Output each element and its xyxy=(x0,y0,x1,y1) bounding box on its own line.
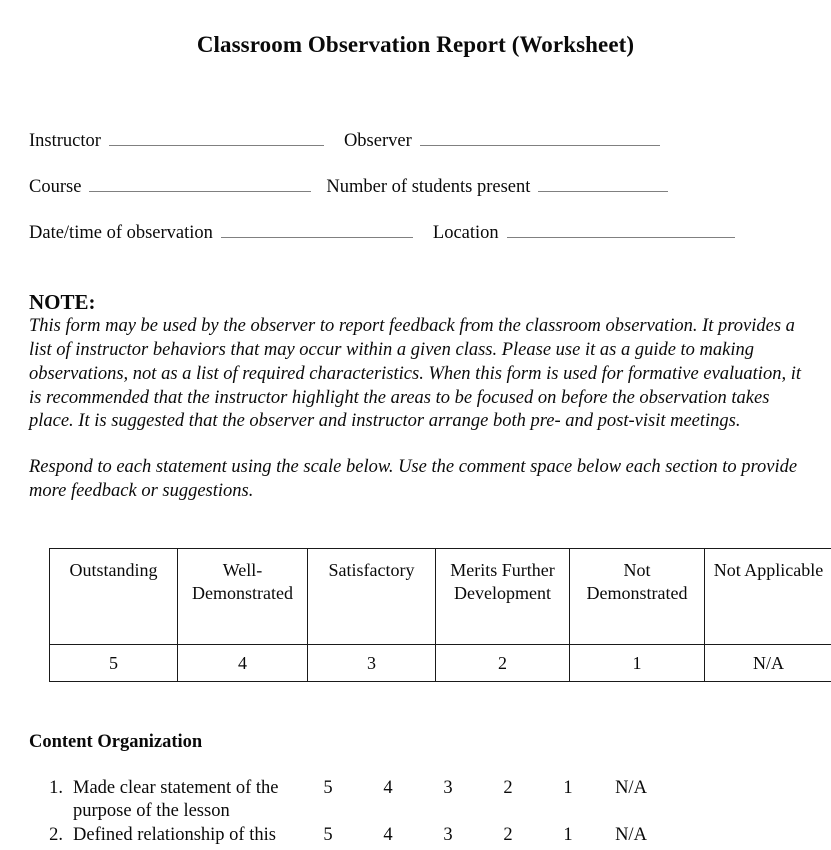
rating-option-na[interactable]: N/A xyxy=(609,824,653,847)
note-paragraph-2: Respond to each statement using the scal… xyxy=(29,457,798,502)
field-location-input[interactable] xyxy=(506,222,735,238)
rating-option-2[interactable]: 2 xyxy=(493,824,523,847)
field-students-present-label: Number of students present xyxy=(326,177,531,197)
field-datetime-label: Date/time of observation xyxy=(29,223,213,243)
field-observer-label: Observer xyxy=(343,131,412,151)
field-course-input[interactable] xyxy=(89,176,312,192)
field-instructor-label: Instructor xyxy=(29,131,101,151)
scale-value-1: 1 xyxy=(569,644,705,682)
list-item: 1. Made clear statement of the purpose o… xyxy=(29,777,804,824)
scale-value-5: 5 xyxy=(49,644,178,682)
field-instructor: Instructor xyxy=(29,130,324,152)
document-page: Classroom Observation Report (Worksheet)… xyxy=(0,0,831,850)
scale-value-3: 3 xyxy=(307,644,436,682)
scale-header-not-applicable: Not Applicable xyxy=(704,548,831,645)
rating-option-5[interactable]: 5 xyxy=(313,777,343,800)
page-title: Classroom Observation Report (Worksheet) xyxy=(196,32,635,57)
rating-option-3[interactable]: 3 xyxy=(433,777,463,800)
field-observer: Observer xyxy=(344,130,660,152)
scale-value-2: 2 xyxy=(435,644,570,682)
form-row-course: Course Number of students present xyxy=(29,176,804,222)
scale-header-satisfactory: Satisfactory xyxy=(307,548,436,645)
field-observer-input[interactable] xyxy=(419,130,660,146)
field-students-present: Number of students present xyxy=(326,176,669,198)
field-students-present-input[interactable] xyxy=(538,176,669,192)
field-location: Location xyxy=(433,222,735,244)
scale-value-4: 4 xyxy=(177,644,308,682)
note-paragraph-1: This form may be used by the observer to… xyxy=(29,316,801,432)
rating-option-2[interactable]: 2 xyxy=(493,777,523,800)
field-course-label: Course xyxy=(29,177,82,197)
rating-option-4[interactable]: 4 xyxy=(373,824,403,847)
scale-header-merits-further-development: Merits Further Development xyxy=(435,548,570,645)
rating-option-1[interactable]: 1 xyxy=(553,824,583,847)
scale-header-not-demonstrated: Not Demonstrated xyxy=(569,548,705,645)
rating-option-3[interactable]: 3 xyxy=(433,824,463,847)
field-location-label: Location xyxy=(432,223,499,243)
list-item-text: Defined relationship of this xyxy=(73,824,276,845)
form-fields-block: Instructor Observer Course Number of stu… xyxy=(29,130,804,268)
form-row-instructor: Instructor Observer xyxy=(29,130,804,176)
list-item-number: 2. xyxy=(49,824,63,845)
field-datetime-input[interactable] xyxy=(220,222,413,238)
note-block: NOTE: This form may be used by the obser… xyxy=(29,291,804,504)
rating-option-1[interactable]: 1 xyxy=(553,777,583,800)
form-row-datetime: Date/time of observation Location xyxy=(29,222,804,268)
note-heading: NOTE: xyxy=(29,290,96,314)
field-instructor-input[interactable] xyxy=(108,130,324,146)
table-row-values: 5 4 3 2 1 N/A xyxy=(49,644,831,682)
observation-items-list: 1. Made clear statement of the purpose o… xyxy=(29,777,804,847)
scale-header-well-demonstrated: Well-Demonstrated xyxy=(177,548,308,645)
list-item-text: Made clear statement of the purpose of t… xyxy=(73,778,279,822)
field-course: Course xyxy=(29,176,312,198)
section-heading-content-organization: Content Organization xyxy=(29,732,203,752)
scale-value-na: N/A xyxy=(704,644,831,682)
rating-option-4[interactable]: 4 xyxy=(373,777,403,800)
rating-option-na[interactable]: N/A xyxy=(609,777,653,800)
table-row-headers: Outstanding Well-Demonstrated Satisfacto… xyxy=(49,548,831,645)
rating-scale-table: Outstanding Well-Demonstrated Satisfacto… xyxy=(49,548,831,682)
list-item: 2. Defined relationship of this 5 4 3 2 … xyxy=(29,824,804,847)
scale-header-outstanding: Outstanding xyxy=(49,548,178,645)
field-datetime: Date/time of observation xyxy=(29,222,413,244)
rating-option-5[interactable]: 5 xyxy=(313,824,343,847)
list-item-number: 1. xyxy=(49,778,63,798)
